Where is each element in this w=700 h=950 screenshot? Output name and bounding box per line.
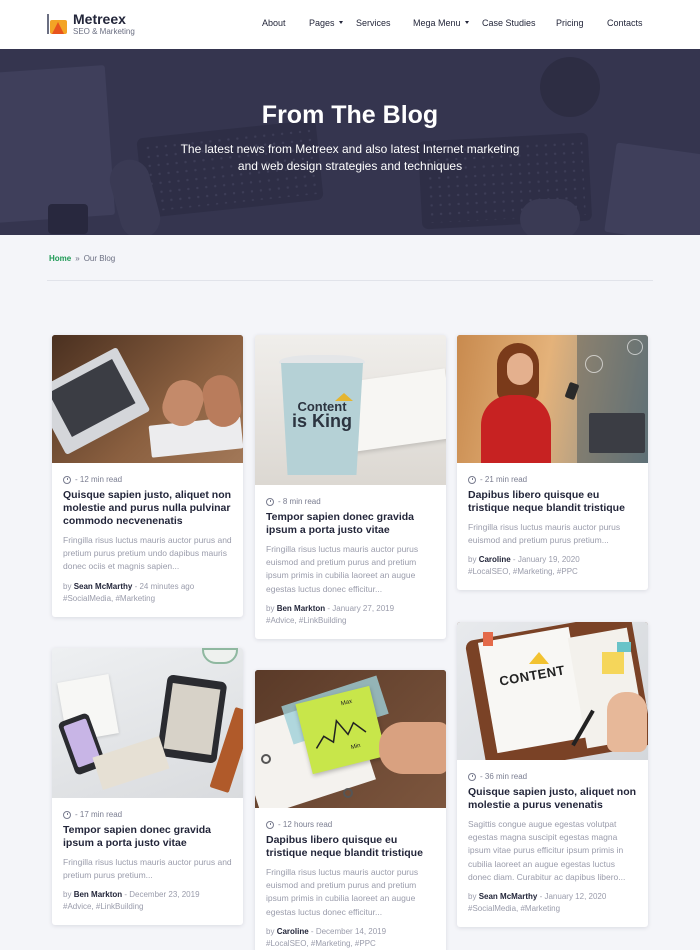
- post-author[interactable]: Caroline: [277, 927, 309, 936]
- post-byline: by Caroline - January 19, 2020: [468, 554, 637, 566]
- post-byline: by Sean McMarthy - January 12, 2020: [468, 891, 637, 903]
- crown-icon: [529, 652, 549, 664]
- read-time: - 36 min read: [468, 772, 637, 781]
- post-byline: by Ben Markton - January 27, 2019: [266, 603, 435, 615]
- nav-mega-menu-label: Mega Menu: [413, 18, 461, 28]
- post-excerpt: Fringilla risus luctus mauris auctor pur…: [468, 522, 621, 546]
- blog-card[interactable]: Content is King - 8 min read Tempor sapi…: [255, 335, 446, 639]
- blog-card[interactable]: - 12 min read Quisque sapien justo, aliq…: [52, 335, 243, 617]
- page-title: From The Blog: [261, 101, 439, 129]
- post-excerpt: Fringilla risus luctus mauris auctor pur…: [63, 857, 232, 881]
- crown-icon: [335, 393, 353, 401]
- post-date: - December 23, 2019: [122, 890, 200, 900]
- read-time: - 21 min read: [468, 475, 637, 484]
- post-title[interactable]: Dapibus libero quisque eu tristique nequ…: [468, 489, 637, 515]
- post-title[interactable]: Quisque sapien justo, aliquet non molest…: [468, 786, 637, 812]
- post-image-sticky-note-chart[interactable]: Max Min: [255, 670, 446, 808]
- clock-icon: [468, 772, 476, 781]
- read-time-text: - 12 min read: [75, 475, 123, 484]
- post-title[interactable]: Tempor sapien donec gravida ipsum a port…: [266, 511, 435, 537]
- post-excerpt: Sagittis congue augue egestas volutpat e…: [468, 819, 626, 882]
- by-label: by: [266, 926, 275, 936]
- nav-pricing[interactable]: Pricing: [556, 18, 584, 28]
- cup-text: is King: [291, 411, 352, 431]
- post-author[interactable]: Ben Markton: [74, 890, 122, 899]
- subtitle-line: The latest news from Metreex and also la…: [180, 142, 520, 156]
- post-title[interactable]: Quisque sapien justo, aliquet non molest…: [63, 489, 232, 528]
- read-time-text: - 17 min read: [75, 810, 123, 819]
- nav-mega-menu[interactable]: Mega Menu: [413, 18, 469, 28]
- nav-pages-label: Pages: [309, 18, 335, 28]
- post-tags[interactable]: #Advice, #LinkBuilding: [63, 901, 232, 913]
- nav-services[interactable]: Services: [356, 18, 391, 28]
- main-nav: About Pages Services Mega Menu Case Stud…: [0, 18, 700, 32]
- post-byline: by Sean McMarthy - 24 minutes ago: [63, 581, 232, 593]
- post-image-laptop-typing[interactable]: [52, 335, 243, 463]
- clock-icon: [63, 810, 71, 819]
- breadcrumb-home[interactable]: Home: [49, 254, 71, 263]
- read-time-text: - 8 min read: [278, 497, 321, 506]
- blog-card[interactable]: Max Min - 12 hours read Dapibus libero q…: [255, 670, 446, 950]
- site-header: Metreex SEO & Marketing About Pages Serv…: [0, 0, 700, 49]
- nav-pages[interactable]: Pages: [309, 18, 343, 28]
- subtitle-line: and web design strategies and techniques: [237, 159, 463, 173]
- post-date: - January 19, 2020: [510, 555, 580, 565]
- chevron-down-icon: [338, 21, 343, 25]
- blog-card[interactable]: - 21 min read Dapibus libero quisque eu …: [457, 335, 648, 591]
- blog-card[interactable]: CONTENT - 36 min read Quisque sapien jus…: [457, 622, 648, 928]
- post-date: - January 27, 2019: [325, 603, 395, 613]
- post-excerpt: Fringilla risus luctus mauris auctor pur…: [266, 867, 419, 917]
- clock-icon: [63, 475, 71, 484]
- post-date: - 24 minutes ago: [132, 581, 195, 591]
- post-title[interactable]: Dapibus libero quisque eu tristique nequ…: [266, 834, 435, 860]
- chevron-down-icon: [464, 21, 469, 25]
- post-byline: by Caroline - December 14, 2019: [266, 926, 435, 938]
- breadcrumb-current: Our Blog: [83, 254, 116, 263]
- clock-icon: [468, 475, 476, 484]
- post-author[interactable]: Ben Markton: [277, 604, 325, 613]
- read-time: - 12 hours read: [266, 820, 435, 829]
- nav-about[interactable]: About: [262, 18, 286, 28]
- hero-banner: From The Blog The latest news from Metre…: [0, 49, 700, 235]
- read-time: - 12 min read: [63, 475, 232, 484]
- divider: [47, 280, 653, 281]
- chart-sketch-icon: [315, 719, 367, 749]
- post-date: - December 14, 2019: [308, 926, 387, 936]
- clock-icon: [266, 497, 274, 506]
- read-time: - 8 min read: [266, 497, 435, 506]
- clock-icon: [266, 820, 274, 829]
- post-author[interactable]: Caroline: [479, 555, 511, 564]
- post-tags[interactable]: #Advice, #LinkBuilding: [266, 615, 435, 627]
- post-image-desk-devices[interactable]: [52, 648, 243, 798]
- post-author[interactable]: Sean McMarthy: [74, 582, 133, 591]
- post-tags[interactable]: #LocalSEO, #Marketing, #PPC: [468, 566, 637, 578]
- post-tags[interactable]: #LocalSEO, #Marketing, #PPC: [266, 938, 435, 950]
- by-label: by: [63, 581, 72, 591]
- by-label: by: [468, 892, 477, 902]
- post-image-content-is-king-cup[interactable]: Content is King: [255, 335, 446, 485]
- by-label: by: [266, 603, 275, 613]
- post-author[interactable]: Sean McMarthy: [479, 892, 538, 901]
- post-tags[interactable]: #SocialMedia, #Marketing: [63, 593, 232, 605]
- read-time-text: - 12 hours read: [278, 820, 333, 829]
- read-time: - 17 min read: [63, 810, 232, 819]
- post-byline: by Ben Markton - December 23, 2019: [63, 889, 232, 901]
- post-title[interactable]: Tempor sapien donec gravida ipsum a port…: [63, 824, 232, 850]
- post-image-woman-phone[interactable]: [457, 335, 648, 463]
- page-subtitle: The latest news from Metreex and also la…: [0, 141, 700, 175]
- by-label: by: [63, 890, 72, 900]
- post-excerpt: Fringilla risus luctus mauris auctor pur…: [63, 535, 232, 572]
- read-time-text: - 21 min read: [480, 475, 528, 484]
- post-image-content-notebook[interactable]: CONTENT: [457, 622, 648, 760]
- by-label: by: [468, 555, 477, 565]
- post-excerpt: Fringilla risus luctus mauris auctor pur…: [266, 544, 419, 594]
- nav-contacts[interactable]: Contacts: [607, 18, 643, 28]
- nav-case-studies[interactable]: Case Studies: [482, 18, 536, 28]
- blog-card[interactable]: - 17 min read Tempor sapien donec gravid…: [52, 648, 243, 926]
- breadcrumb-separator: »: [75, 254, 80, 263]
- read-time-text: - 36 min read: [480, 772, 528, 781]
- breadcrumb: Home » Our Blog: [49, 254, 115, 263]
- post-tags[interactable]: #SocialMedia, #Marketing: [468, 903, 637, 915]
- post-date: - January 12, 2020: [537, 892, 607, 902]
